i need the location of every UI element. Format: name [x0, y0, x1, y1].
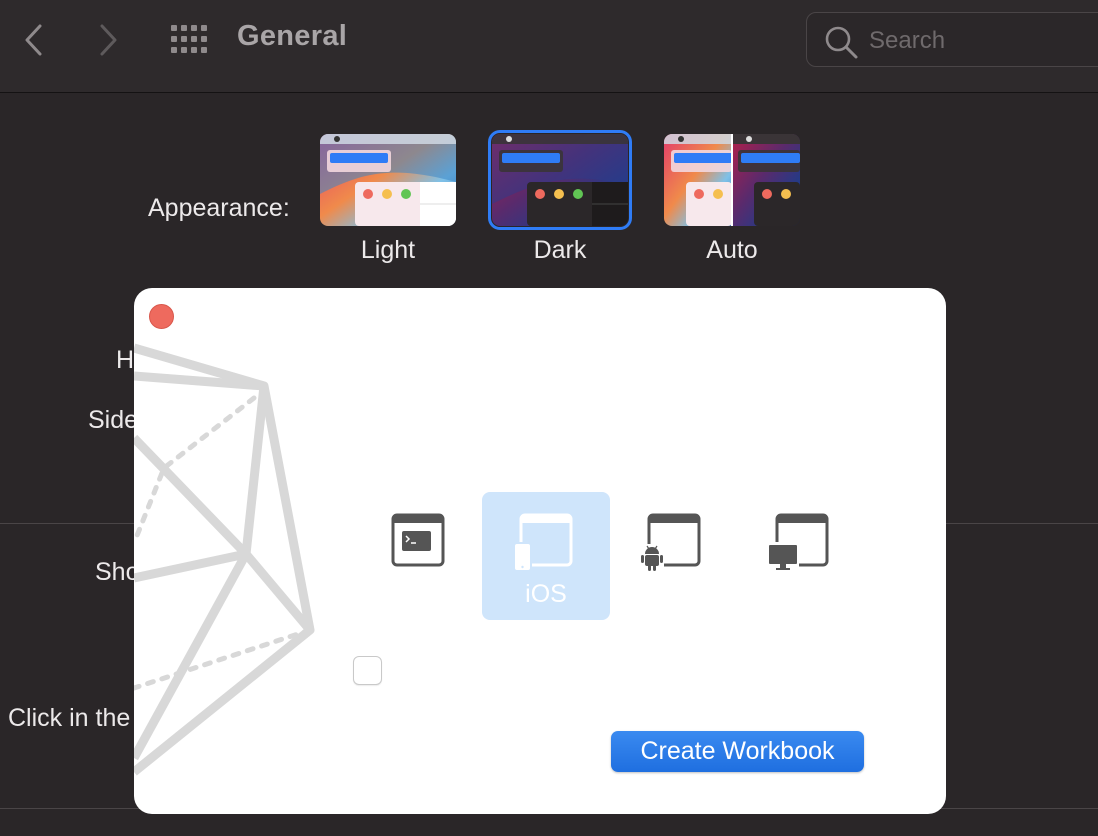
light-wallpaper-thumbnail — [320, 134, 456, 226]
desktop-template[interactable] — [738, 492, 866, 620]
decorative-polyhedron-graphic — [134, 343, 315, 776]
terminal-template[interactable] — [354, 492, 482, 620]
appearance-dark-label: Dark — [533, 236, 587, 264]
appearance-light-option[interactable] — [320, 134, 456, 226]
terminal-window-icon — [391, 513, 445, 567]
appearance-auto-label: Auto — [706, 236, 758, 264]
appearance-dark-option[interactable] — [488, 130, 632, 230]
appearance-light-label: Light — [360, 236, 416, 264]
sidebar-icon-size-label: Side — [88, 406, 139, 434]
search-icon — [825, 26, 858, 59]
appearance-label: Appearance: — [148, 194, 290, 222]
create-workbook-button[interactable]: Create Workbook — [611, 731, 864, 772]
close-button[interactable] — [149, 304, 174, 329]
new-workbook-sheet: iOS Create Workbook — [134, 288, 946, 814]
forward-button[interactable] — [92, 22, 124, 58]
search-input[interactable] — [867, 23, 1098, 59]
show-all-button[interactable] — [170, 23, 208, 55]
appearance-auto-option[interactable] — [664, 134, 800, 226]
android-template[interactable] — [610, 492, 738, 620]
window-title: General — [237, 20, 348, 52]
option-checkbox[interactable] — [353, 656, 382, 685]
highlight-color-label: H — [116, 346, 135, 374]
back-button[interactable] — [18, 22, 50, 58]
chevron-left-icon — [25, 24, 42, 56]
auto-wallpaper-thumbnail — [664, 134, 800, 226]
ios-template-label: iOS — [525, 580, 567, 608]
android-window-icon — [640, 513, 701, 572]
click-in-scroll-bar-label: Click in the — [8, 704, 131, 732]
grid-icon — [171, 25, 207, 53]
chevron-right-icon — [100, 24, 117, 56]
search-field[interactable] — [806, 12, 1098, 67]
dark-wallpaper-thumbnail — [492, 134, 628, 226]
show-scroll-bars-label: Sho — [95, 558, 140, 586]
toolbar: General — [0, 0, 1098, 93]
desktop-window-icon — [767, 513, 829, 572]
ios-template[interactable]: iOS — [482, 492, 610, 620]
